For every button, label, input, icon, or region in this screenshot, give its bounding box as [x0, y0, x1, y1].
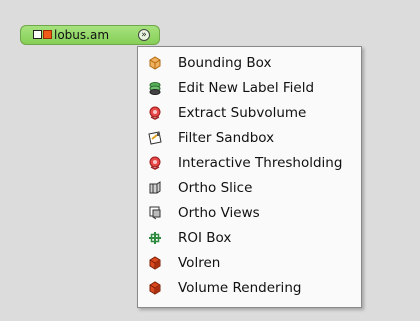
ortho-slice-icon [148, 181, 162, 195]
output-port-orange[interactable] [43, 30, 52, 39]
threshold-icon [148, 156, 162, 170]
ortho-views-icon [148, 206, 162, 220]
menu-item-label: Extract Subvolume [178, 105, 307, 121]
label-field-icon [148, 81, 162, 95]
menu-item-label: Ortho Slice [178, 180, 253, 196]
menu-item-label: Bounding Box [178, 55, 272, 71]
menu-item-extract-subvolume[interactable]: Extract Subvolume [138, 102, 361, 124]
menu-item-roi-box[interactable]: ROI Box [138, 227, 361, 249]
menu-item-label: Volume Rendering [178, 280, 302, 296]
extract-subvolume-icon [148, 106, 162, 120]
filter-sandbox-icon [148, 131, 162, 145]
menu-item-ortho-slice[interactable]: Ortho Slice [138, 177, 361, 199]
workspace: lobus.am » Bounding Box Edit New Label F… [0, 0, 420, 321]
menu-item-volren[interactable]: Volren [138, 252, 361, 274]
menu-item-label: Filter Sandbox [178, 130, 275, 146]
menu-item-label: Ortho Views [178, 205, 260, 221]
roi-box-icon [148, 231, 162, 245]
module-popup-menu: Bounding Box Edit New Label Field Extrac… [137, 46, 362, 308]
menu-item-bounding-box[interactable]: Bounding Box [138, 52, 361, 74]
input-port-white[interactable] [33, 30, 42, 39]
menu-item-label: ROI Box [178, 230, 232, 246]
menu-item-volume-rendering[interactable]: Volume Rendering [138, 277, 361, 299]
menu-item-label: Volren [178, 255, 221, 271]
node-menu-button[interactable]: » [138, 29, 150, 41]
node-label: lobus.am [54, 28, 110, 42]
volume-rendering-icon [148, 281, 162, 295]
menu-item-label: Interactive Thresholding [178, 155, 343, 171]
menu-item-filter-sandbox[interactable]: Filter Sandbox [138, 127, 361, 149]
menu-item-label: Edit New Label Field [178, 80, 315, 96]
volren-icon [148, 256, 162, 270]
data-object-node[interactable]: lobus.am » [20, 25, 160, 45]
bounding-box-icon [148, 56, 162, 70]
menu-item-interactive-thresholding[interactable]: Interactive Thresholding [138, 152, 361, 174]
menu-item-ortho-views[interactable]: Ortho Views [138, 202, 361, 224]
menu-item-edit-new-label-field[interactable]: Edit New Label Field [138, 77, 361, 99]
